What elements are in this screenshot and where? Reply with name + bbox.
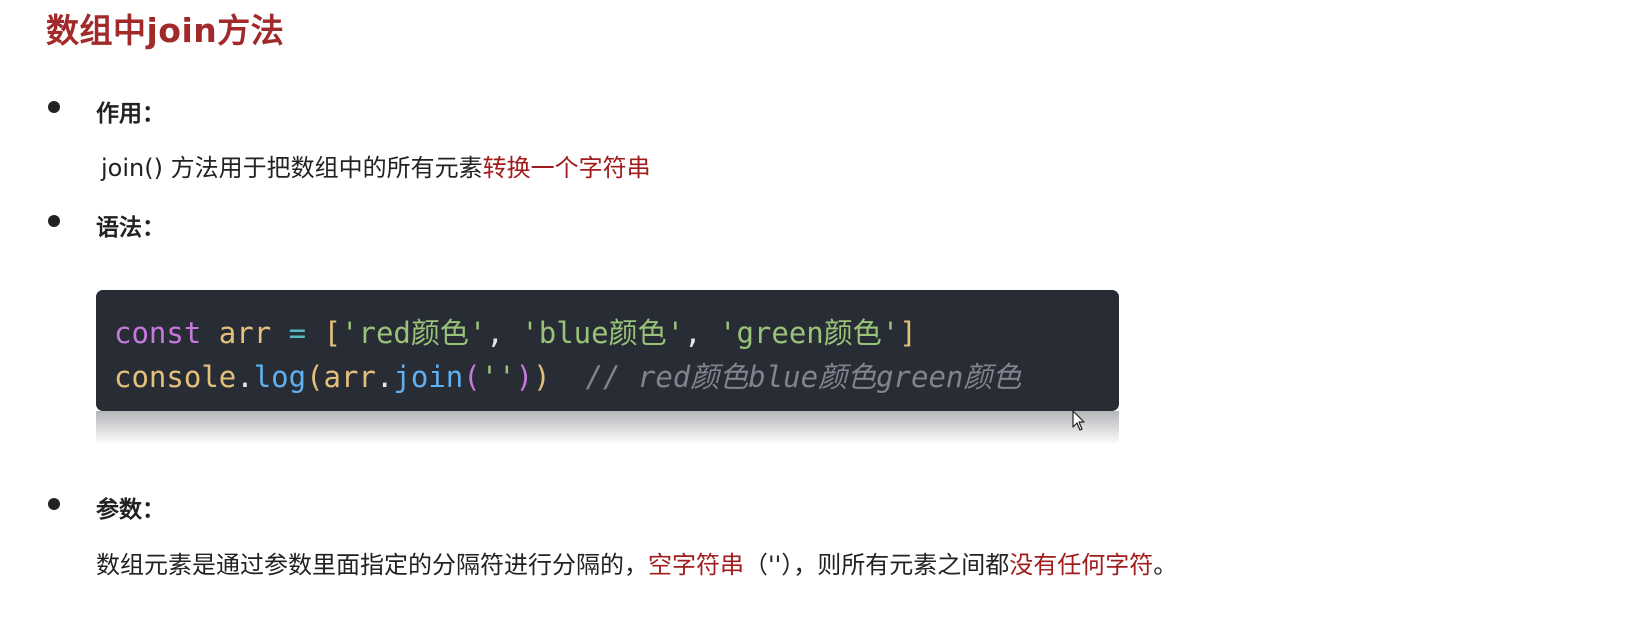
code-object: console	[114, 360, 237, 394]
code-block-reflection	[96, 411, 1119, 445]
section-label-syntax: 语法：	[96, 215, 165, 241]
code-operator: =	[288, 316, 307, 350]
code-dot: .	[375, 360, 394, 394]
params-text-middle: （''），则所有元素之间都	[744, 551, 1010, 579]
code-line-1: const arr = ['red颜色', 'blue颜色', 'green颜色…	[114, 310, 917, 352]
code-string: 'green颜色'	[719, 316, 900, 350]
code-comma: ,	[684, 316, 702, 350]
code-string: 'red颜色'	[341, 316, 487, 350]
params-text-suffix: 。	[1153, 551, 1178, 579]
code-comma: ,	[486, 316, 504, 350]
mouse-cursor-icon	[1072, 410, 1085, 431]
params-description: 数组元素是通过参数里面指定的分隔符进行分隔的，空字符串（''），则所有元素之间都…	[96, 545, 1177, 580]
bullet-icon	[48, 215, 60, 227]
code-method: join	[393, 360, 464, 394]
code-paren: (	[306, 360, 324, 394]
params-highlight-no-chars: 没有任何字符	[1009, 551, 1154, 579]
section-label-purpose: 作用：	[96, 101, 165, 127]
code-block: const arr = ['red颜色', 'blue颜色', 'green颜色…	[96, 290, 1119, 411]
code-bracket-open: [	[323, 316, 342, 350]
code-line-2: console.log(arr.join('')) // red颜色blue颜色…	[114, 354, 1021, 396]
code-bracket-close: ]	[899, 316, 917, 350]
code-string: ''	[480, 360, 516, 394]
code-string: 'blue颜色'	[521, 316, 685, 350]
code-dot: .	[236, 360, 254, 394]
code-paren: (	[463, 360, 481, 394]
code-paren: )	[515, 360, 534, 394]
code-keyword: const	[114, 316, 202, 350]
code-argument: arr	[323, 360, 376, 394]
code-comment: // red颜色blue颜色green颜色	[585, 360, 1022, 394]
purpose-highlight: 转换一个字符串	[482, 154, 651, 182]
code-method: log	[253, 360, 307, 394]
code-variable: arr	[218, 316, 272, 350]
bullet-icon	[48, 498, 60, 510]
code-paren: )	[533, 360, 551, 394]
page-title: 数组中join方法	[46, 11, 285, 50]
purpose-description: join() 方法用于把数组中的所有元素转换一个字符串	[101, 148, 651, 183]
params-highlight-empty-string: 空字符串	[648, 551, 744, 579]
bullet-icon	[48, 101, 60, 113]
purpose-text: join() 方法用于把数组中的所有元素	[101, 154, 483, 182]
params-text: 数组元素是通过参数里面指定的分隔符进行分隔的，	[96, 551, 648, 579]
section-label-params: 参数：	[96, 497, 165, 523]
